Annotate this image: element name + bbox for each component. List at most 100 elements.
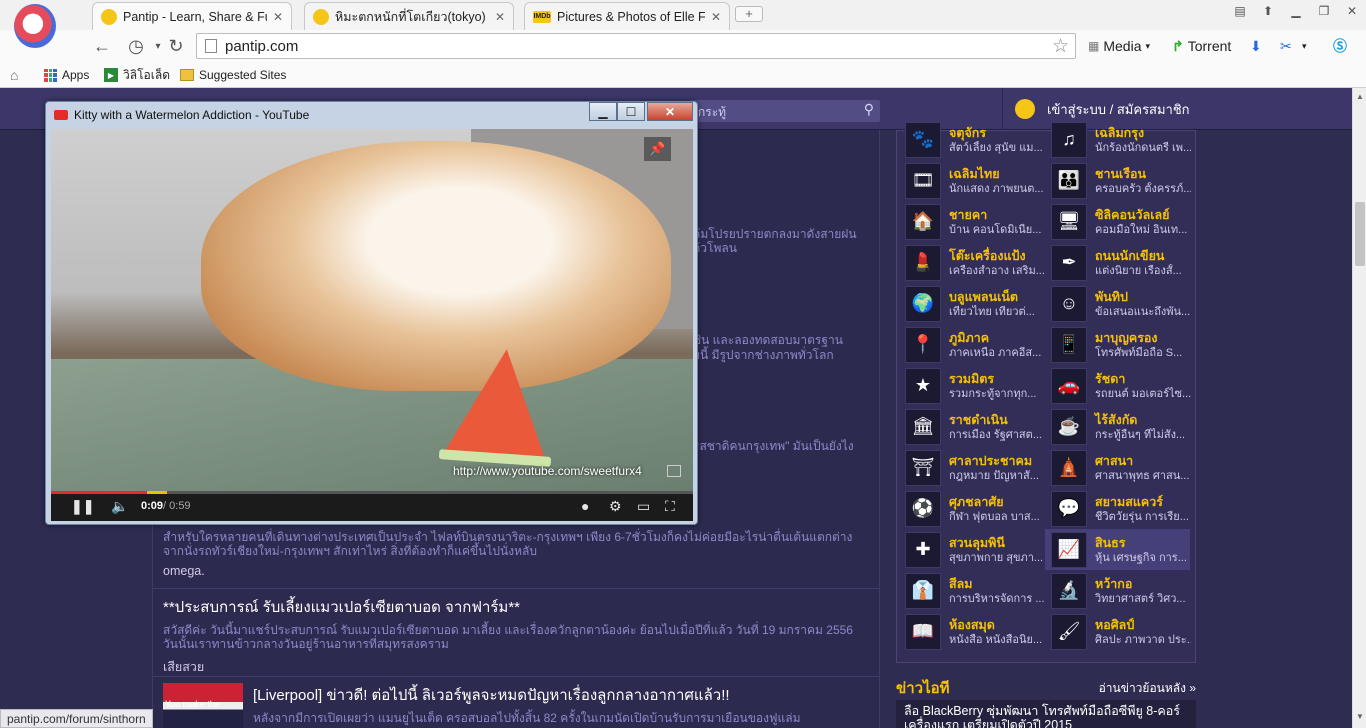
category-name: บลูแพลนเน็ต [949, 289, 1019, 304]
category-item[interactable]: ☕ ไร้สังกัด กระทู้อื่นๆ ที่ไม่สัง... [1045, 406, 1190, 447]
maximize-button[interactable]: ☐ [617, 102, 645, 121]
topic-item[interactable]: **ประสบการณ์ รับเลี้ยงแมวเปอร์เซียตาบอด … [153, 589, 879, 677]
category-item[interactable]: 🌍 บลูแพลนเน็ต เที่ยวไทย เที่ยวต่... [899, 283, 1044, 324]
category-name: สินธร [1095, 535, 1126, 550]
category-item[interactable]: 🏠 ชายคา บ้าน คอนโดมิเนีย... [899, 201, 1044, 242]
external-link-icon[interactable] [667, 465, 681, 477]
category-item[interactable]: ☺ พันทิป ข้อเสนอแนะถึงพัน... [1045, 283, 1190, 324]
category-item[interactable]: 📍 ภูมิภาค ภาคเหนือ ภาคอีส... [899, 324, 1044, 365]
music-note-icon: ♫ [1051, 121, 1087, 158]
new-tab-button[interactable]: + [735, 6, 763, 22]
category-item[interactable]: ✚ สวนลุมพินี สุขภาพกาย สุขภา... [899, 529, 1044, 570]
progress-bar[interactable] [51, 491, 693, 494]
close-window-icon[interactable]: ✕ [1338, 0, 1366, 22]
older-news-link[interactable]: อ่านข่าวย้อนหลัง » [1099, 679, 1196, 698]
bookmark-star-icon[interactable]: ☆ [1052, 35, 1069, 58]
tab-pantip[interactable]: Pantip - Learn, Share & Fun ✕ [92, 2, 292, 30]
topic-author[interactable]: omega. [163, 564, 869, 578]
tab-close-icon[interactable]: ✕ [495, 10, 505, 24]
category-item[interactable]: 🖥 ซิลิคอนวัลเลย์ คอมมือใหม่ อินเท... [1045, 201, 1190, 242]
category-item[interactable]: 🏛 ราชดำเนิน การเมือง รัฐศาสต... [899, 406, 1044, 447]
category-item[interactable]: 🎞 เฉลิมไทย นักแสดง ภาพยนต... [899, 160, 1044, 201]
topic-author[interactable]: เสียสวย [163, 657, 869, 677]
scroll-down-icon[interactable]: ▼ [1356, 712, 1364, 721]
category-item[interactable]: 🖌 หอศิลป์ ศิลปะ ภาพวาด ประ... [1045, 611, 1191, 652]
category-item[interactable]: 📈 สินธร หุ้น เศรษฐกิจ การ... [1045, 529, 1190, 570]
pin-window-icon[interactable]: ⬆ [1254, 0, 1282, 22]
category-item[interactable]: 👔 สีลม การบริหารจัดการ ... [899, 570, 1045, 611]
category-item[interactable]: ⚽ ศุภชลาศัย กีฬา ฟุตบอล บาส... [899, 488, 1044, 529]
youtube-popup-window[interactable]: Kitty with a Watermelon Addiction - YouT… [45, 101, 698, 525]
volume-icon[interactable]: 🔈 [111, 498, 128, 515]
settings-gear-icon[interactable]: ⚙ [609, 498, 622, 515]
annotations-icon[interactable]: ● [581, 498, 589, 514]
fullscreen-icon[interactable]: ⛶ [665, 498, 675, 515]
category-description: ชีวิตวัยรุ่น การเรีย... [1095, 510, 1189, 523]
science-icon: 🔬 [1051, 572, 1087, 609]
category-item[interactable]: ✒ ถนนนักเขียน แต่งนิยาย เรื่องสั้... [1045, 242, 1190, 283]
category-item[interactable]: 🔬 หว้ากอ วิทยาศาสตร์ วิศว... [1045, 570, 1190, 611]
pin-icon[interactable]: 📌 [644, 137, 671, 161]
tab-tokyo-snow[interactable]: หิมะตกหนักที่โตเกียว(tokyo) - ✕ [304, 2, 514, 30]
bookmark-apps[interactable]: Apps [44, 66, 89, 84]
popup-titlebar[interactable]: Kitty with a Watermelon Addiction - YouT… [46, 102, 697, 128]
topic-thumbnail[interactable]: You make the [163, 683, 243, 728]
scroll-up-icon[interactable]: ▲ [1356, 92, 1364, 101]
menu-icon[interactable]: ▤ [1226, 0, 1254, 22]
category-item[interactable]: 📖 ห้องสมุด หนังสือ หนังสือนิย... [899, 611, 1044, 652]
topic-title[interactable]: [Liverpool] ข่าวดี! ต่อไปนี้ ลิเวอร์พูลจ… [253, 683, 869, 707]
category-item[interactable]: 💬 สยามสแควร์ ชีวิตวัยรุ่น การเรีย... [1045, 488, 1190, 529]
category-item[interactable]: 💄 โต๊ะเครื่องแป้ง เครื่องสำอาง เสริม... [899, 242, 1045, 283]
category-name: มาบุญครอง [1095, 330, 1158, 345]
category-name: ชายคา [949, 207, 988, 222]
category-item[interactable]: ★ รวมมิตร รวมกระทู้จากทุก... [899, 365, 1044, 406]
tab-close-icon[interactable]: ✕ [711, 10, 721, 24]
scrollbar-thumb[interactable] [1355, 202, 1365, 266]
download-icon[interactable]: ⬇ [1250, 36, 1262, 56]
browser-logo-icon[interactable] [14, 4, 56, 48]
tab-strip: Pantip - Learn, Share & Fun ✕ หิมะตกหนัก… [0, 0, 1366, 48]
close-button[interactable]: ✕ [647, 102, 693, 121]
category-name: สยามสแควร์ [1095, 494, 1163, 509]
smiley-icon [1015, 99, 1035, 119]
category-item[interactable]: 🛕 ศาสนา ศาสนาพุทธ ศาสน... [1045, 447, 1190, 488]
category-item[interactable]: 👪 ชานเรือน ครอบครัว ตั้งครรภ์... [1045, 160, 1191, 201]
maximize-icon[interactable]: ❐ [1310, 0, 1338, 22]
history-clock-icon[interactable]: ◷ [124, 34, 148, 58]
tab-imdb[interactable]: IMDb Pictures & Photos of Elle Fa ✕ [524, 2, 730, 30]
category-description: นักแสดง ภาพยนต... [949, 182, 1044, 195]
reload-icon[interactable]: ↻ [164, 34, 188, 58]
category-item[interactable]: 🚗 รัชดา รถยนต์ มอเตอร์ไซ... [1045, 365, 1191, 406]
category-name: รัชดา [1095, 371, 1126, 386]
category-item[interactable]: 🐾 จตุจักร สัตว์เลี้ยง สุนัข แม... [899, 119, 1044, 160]
minimize-button[interactable]: ▁ [589, 102, 617, 121]
bookmark-suggested-sites[interactable]: Suggested Sites [180, 66, 286, 84]
theater-mode-icon[interactable]: ▭ [637, 498, 650, 515]
topic-item[interactable]: You make the [Liverpool] ข่าวดี! ต่อไปนี… [153, 677, 879, 728]
address-bar[interactable]: pantip.com ☆ [196, 33, 1076, 59]
tools-dropdown-icon[interactable]: ▾ [1302, 36, 1307, 56]
tools-icon[interactable]: ✂ [1280, 36, 1292, 56]
video-frame[interactable]: 📌 http://www.youtube.com/sweetfurx4 [51, 129, 693, 491]
tab-close-icon[interactable]: ✕ [273, 10, 283, 24]
back-arrow-icon[interactable]: ← [90, 34, 114, 58]
search-icon[interactable]: ⚲ [864, 101, 874, 118]
login-register-link[interactable]: เข้าสู่ระบบ / สมัครสมาชิก [1047, 99, 1190, 120]
bookmark-video[interactable]: ▶ วิลิโอเล็ด [104, 66, 170, 84]
home-icon[interactable]: ⌂ [10, 66, 18, 84]
category-item[interactable]: ⛩ ศาลาประชาคม กฎหมาย ปัญหาสั... [899, 447, 1044, 488]
topic-item[interactable]: สำหรับใครหลายคนที่เดินทางต่างประเทศเป็นป… [153, 524, 879, 589]
page-scrollbar[interactable]: ▲ ▼ [1352, 88, 1366, 728]
bookmarks-bar: ⌂ Apps ▶ วิลิโอเล็ด Suggested Sites [0, 62, 1366, 88]
torrent-extension-button[interactable]: ↱ Torrent [1172, 36, 1231, 56]
media-extension-button[interactable]: ▦ Media ▾ [1088, 36, 1150, 56]
minimize-icon[interactable]: ▁ [1282, 0, 1310, 22]
topic-title[interactable]: **ประสบการณ์ รับเลี้ยงแมวเปอร์เซียตาบอด … [163, 595, 869, 619]
pause-icon[interactable]: ❚❚ [71, 498, 94, 515]
health-cross-icon: ✚ [905, 531, 941, 568]
category-item[interactable]: 📱 มาบุญครอง โทรศัพท์มือถือ S... [1045, 324, 1190, 365]
site-search-input[interactable]: กระทู้ ⚲ [690, 100, 880, 122]
news-item[interactable]: ลือ BlackBerry ซุ่มพัฒนา โทรศัพท์มือถือซ… [896, 700, 1196, 728]
category-item[interactable]: ♫ เฉลิมกรุง นักร้องนักดนตรี เพ... [1045, 119, 1191, 160]
skype-icon[interactable]: Ⓢ [1333, 36, 1347, 56]
